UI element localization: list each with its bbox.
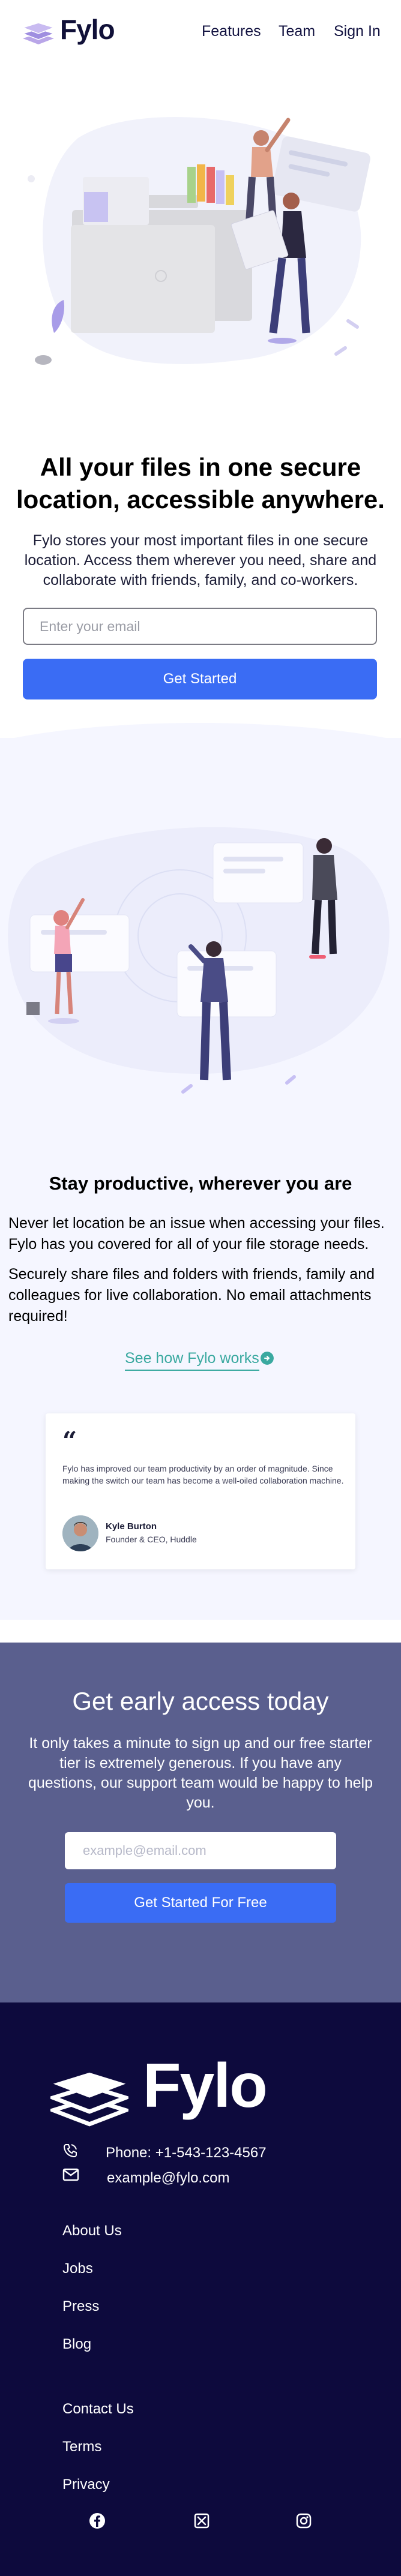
footer-link-about-us[interactable]: About Us [62,2223,122,2239]
testimonial-card: “ Fylo has improved our team productivit… [46,1413,355,1569]
nav-team[interactable]: Team [279,23,315,40]
footer-link-jobs[interactable]: Jobs [62,2260,93,2277]
nav-sign-in[interactable]: Sign In [334,23,381,40]
get-started-button[interactable]: Get Started [23,659,377,699]
hero-email-input[interactable] [23,608,377,645]
fylo-logo-icon [22,22,55,44]
brand-name: Fylo [60,14,115,45]
get-started-free-button[interactable]: Get Started For Free [65,1883,336,1923]
person-icon [62,1515,98,1551]
facebook-icon[interactable] [89,2512,106,2529]
footer-link-privacy[interactable]: Privacy [62,2476,110,2493]
testimonial-role: Founder & CEO, Huddle [106,1535,197,1544]
hero-illustration [28,117,370,365]
footer-link-blog[interactable]: Blog [62,2336,91,2353]
footer-email[interactable]: example@fylo.com [107,2170,229,2187]
fylo-logo-icon [50,2072,128,2127]
hero-description: Fylo stores your most important files in… [24,532,377,589]
quote-icon: “ [62,1426,77,1455]
see-how-fylo-works-link[interactable]: See how Fylo works [125,1350,259,1371]
instagram-icon[interactable] [295,2512,312,2529]
testimonial-name: Kyle Burton [106,1521,157,1532]
productive-title: Stay productive, wherever you are [49,1173,352,1194]
phone-icon [63,2144,77,2158]
productive-illustration [8,827,390,1094]
nav-features[interactable]: Features [202,23,261,40]
footer-phone: Phone: +1-543-123-4567 [106,2145,267,2161]
footer-link-terms[interactable]: Terms [62,2439,101,2455]
mail-icon [62,2168,79,2181]
footer-link-contact-us[interactable]: Contact Us [62,2401,134,2418]
early-access-email-input[interactable] [65,1832,336,1869]
testimonial-quote: Fylo has improved our team productivity … [62,1464,344,1485]
avatar [62,1515,98,1551]
section-curve [0,723,401,771]
x-icon[interactable] [193,2512,210,2529]
arrow-right-icon [261,1352,274,1365]
productive-paragraph-2: Securely share files and folders with fr… [8,1266,375,1325]
early-access-title: Get early access today [72,1687,329,1715]
productive-paragraph-1: Never let location be an issue when acce… [8,1215,385,1253]
hero-title: All your files in one secure location, a… [16,453,385,514]
footer-brand-name: Fylo [143,2051,268,2121]
footer-link-press[interactable]: Press [62,2298,99,2315]
early-access-description: It only takes a minute to sign up and ou… [28,1735,373,1811]
